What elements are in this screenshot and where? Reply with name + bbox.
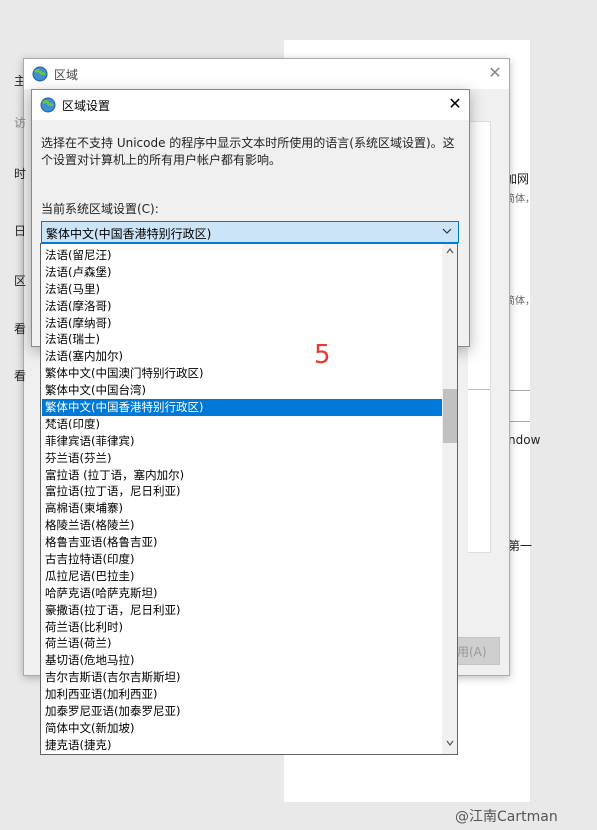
globe-icon — [40, 97, 56, 113]
locale-dropdown-list[interactable]: 法语(留尼汪) 法语(卢森堡) 法语(马里) 法语(摩洛哥) 法语(摩纳哥) 法语(瑞士)… — [40, 243, 458, 755]
dropdown-option[interactable]: 加泰罗尼亚语(加泰罗尼亚) — [42, 703, 442, 720]
dropdown-option[interactable]: 豪撒语(拉丁语，尼日利亚) — [42, 602, 442, 619]
watermark: @江南Cartman — [455, 809, 558, 825]
dropdown-option[interactable]: 高棉语(柬埔寨) — [42, 500, 442, 517]
dropdown-option[interactable]: 荷兰语(荷兰) — [42, 635, 442, 652]
bg-text-fragment: 第一 — [508, 539, 533, 553]
dropdown-option[interactable]: 富拉语 (拉丁语，塞内加尔) — [42, 467, 442, 484]
dropdown-option[interactable]: 法语(塞内加尔) — [42, 348, 442, 365]
dialog-title: 区域设置 — [62, 99, 111, 113]
dialog-description: 选择在不支持 Unicode 的程序中显示文本时所使用的语言(系统区域设置)。这… — [41, 136, 455, 167]
dropdown-option[interactable]: 格鲁吉亚语(格鲁吉亚) — [42, 534, 442, 551]
bg-left-fragment: 时 — [14, 167, 27, 181]
dropdown-option[interactable]: 荷兰语(比利时) — [42, 619, 442, 636]
dropdown-option[interactable]: 法语(马里) — [42, 281, 442, 298]
bg-input-box — [508, 390, 530, 422]
dialog-titlebar: 区域设置 ✕ — [32, 90, 469, 120]
scrollbar-thumb[interactable] — [443, 389, 457, 443]
annotation-number: 5 — [314, 340, 331, 370]
dropdown-option[interactable]: 菲律宾语(菲律宾) — [42, 433, 442, 450]
locale-select-value: 繁体中文(中国香港特别行政区) — [46, 227, 212, 241]
bg-left-fragment: 看 — [14, 369, 27, 383]
globe-icon — [32, 66, 48, 82]
dropdown-option[interactable]: 法语(摩纳哥) — [42, 315, 442, 332]
region-content-panel — [468, 121, 491, 553]
dropdown-option[interactable]: 吉尔吉斯语(吉尔吉斯斯坦) — [42, 669, 442, 686]
current-locale-label: 当前系统区域设置(C): — [41, 202, 159, 216]
dropdown-option[interactable]: 繁体中文(中国澳门特别行政区) — [42, 365, 442, 382]
dropdown-option[interactable]: 古吉拉特语(印度) — [42, 551, 442, 568]
dropdown-option[interactable]: 梵语(印度) — [42, 416, 442, 433]
dialog-close-button[interactable]: ✕ — [444, 93, 466, 115]
bg-left-fragment: 区 — [14, 274, 27, 288]
dropdown-option[interactable]: 法语(留尼汪) — [42, 247, 442, 264]
dropdown-options: 法语(留尼汪) 法语(卢森堡) 法语(马里) 法语(摩洛哥) 法语(摩纳哥) 法语(瑞士)… — [42, 247, 442, 754]
bg-text-fragment: ndow — [508, 433, 541, 447]
bg-left-fragment: 日 — [14, 224, 27, 238]
dropdown-option[interactable]: 简体中文(新加坡) — [42, 720, 442, 737]
dropdown-option-selected[interactable]: 繁体中文(中国香港特别行政区) — [42, 399, 442, 416]
dropdown-option[interactable]: 富拉语(拉丁语，尼日利亚) — [42, 483, 442, 500]
dropdown-option[interactable]: 格陵兰语(格陵兰) — [42, 517, 442, 534]
dropdown-option[interactable]: 捷克语(捷克) — [42, 737, 442, 754]
bg-left-fragment: 看 — [14, 322, 27, 336]
bg-left-fragment: 访 — [14, 116, 27, 130]
scroll-down-arrow-icon[interactable] — [442, 738, 457, 752]
dropdown-option[interactable]: 瓜拉尼语(巴拉圭) — [42, 568, 442, 585]
apply-button[interactable]: 用(A) — [454, 637, 500, 665]
dropdown-option[interactable]: 法语(瑞士) — [42, 331, 442, 348]
dropdown-option[interactable]: 芬兰语(芬兰) — [42, 450, 442, 467]
dropdown-option[interactable]: 加利西亚语(加利西亚) — [42, 686, 442, 703]
dropdown-option[interactable]: 法语(卢森堡) — [42, 264, 442, 281]
chevron-down-icon — [442, 224, 452, 241]
divider — [468, 389, 490, 390]
region-window-title: 区域 — [54, 68, 79, 82]
dropdown-scrollbar[interactable] — [442, 244, 457, 754]
locale-select[interactable]: 繁体中文(中国香港特别行政区) — [41, 221, 459, 243]
dropdown-option[interactable]: 繁体中文(中国台湾) — [42, 382, 442, 399]
scroll-up-arrow-icon[interactable] — [442, 246, 457, 260]
dropdown-option[interactable]: 法语(摩洛哥) — [42, 298, 442, 315]
dropdown-option[interactable]: 基切语(危地马拉) — [42, 652, 442, 669]
region-close-button[interactable]: ✕ — [484, 62, 506, 84]
dropdown-option[interactable]: 哈萨克语(哈萨克斯坦) — [42, 585, 442, 602]
region-titlebar: 区域 ✕ — [24, 59, 509, 89]
